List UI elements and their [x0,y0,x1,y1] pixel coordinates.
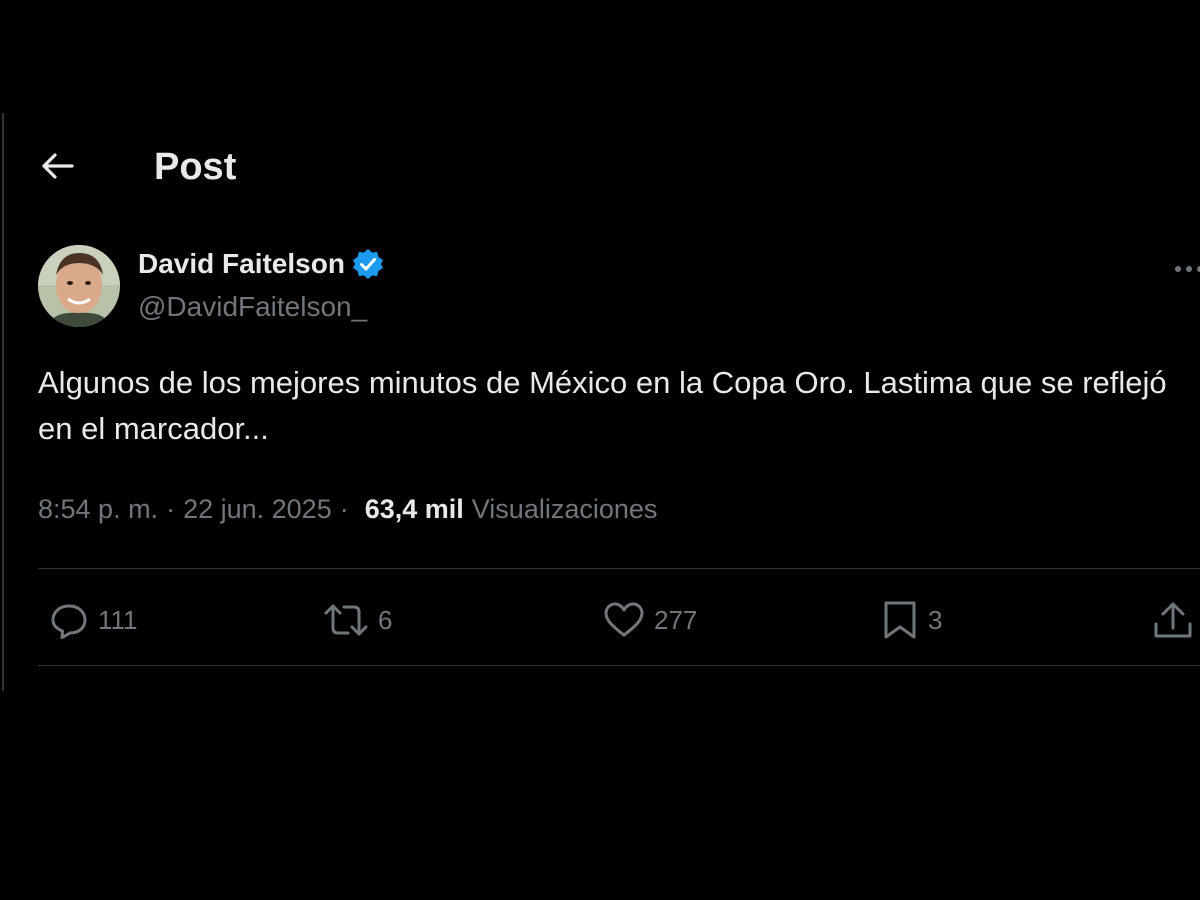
reply-count: 111 [98,604,138,635]
display-name: David Faitelson [138,248,345,279]
more-horizontal-icon [1175,266,1200,272]
avatar-image [38,245,120,327]
user-handle[interactable]: @DavidFaitelson_ [138,291,367,323]
share-icon [1154,602,1192,638]
post-time[interactable]: 8:54 p. m. [38,494,158,525]
column-border [2,113,4,691]
avatar[interactable] [38,245,120,327]
repost-icon [324,604,368,636]
page-title: Post [154,146,237,188]
views-label: Visualizaciones [471,494,658,524]
repost-button[interactable]: 6 [322,590,392,650]
reply-button[interactable]: 111 [48,590,138,650]
meta-separator: · [166,494,176,524]
more-options-button[interactable] [1170,249,1200,285]
share-button[interactable] [1150,590,1196,650]
bookmark-icon [884,601,916,639]
reply-icon [51,604,87,639]
views-count: 63,4 mil [364,494,464,524]
repost-count: 6 [378,604,393,635]
like-count: 277 [654,604,698,635]
post-page: Post David Faitelson @DavidFaitelson_ Al… [0,0,1200,900]
divider-top [38,568,1200,569]
author-row: David Faitelson @DavidFaitelson_ [38,243,1200,329]
action-bar: 111 6 277 3 [38,590,1200,650]
verified-badge-icon [351,247,385,281]
bookmark-button[interactable]: 3 [880,590,942,650]
post-date[interactable]: 22 jun. 2025 [183,494,332,525]
arrow-left-icon [42,153,74,179]
bookmark-count: 3 [928,604,943,635]
post-header: Post [38,138,236,194]
divider-bottom [38,665,1200,666]
display-name-link[interactable]: David Faitelson [138,247,385,281]
meta-separator-2: · [339,494,349,524]
like-button[interactable]: 277 [602,590,697,650]
heart-icon [604,602,644,637]
tweet-text: Algunos de los mejores minutos de México… [38,365,1167,446]
post-meta: 8:54 p. m. · 22 jun. 2025 · 63,4 mil Vis… [38,494,657,525]
back-button[interactable] [38,146,78,186]
